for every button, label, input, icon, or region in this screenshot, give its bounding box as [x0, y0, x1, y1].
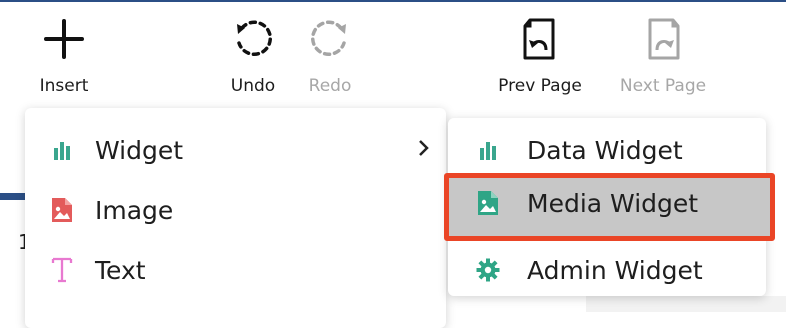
image-file-icon	[49, 198, 75, 222]
redo-label: Redo	[308, 76, 352, 96]
plus-icon	[44, 19, 84, 59]
next-page-label: Next Page	[619, 76, 707, 96]
submenu-item-label: Admin Widget	[527, 255, 703, 285]
prev-page-icon	[523, 18, 555, 60]
redo-button[interactable]: Redo	[298, 10, 362, 96]
submenu-item-data-widget[interactable]: Data Widget	[448, 120, 766, 180]
menu-item-label: Widget	[95, 135, 184, 165]
next-page-button[interactable]: Next Page	[611, 10, 715, 96]
bar-chart-icon	[475, 140, 501, 160]
menu-item-label: Text	[95, 255, 146, 285]
menu-item-image[interactable]: Image	[25, 180, 446, 240]
background-accent-bar	[0, 193, 26, 200]
insert-label: Insert	[39, 76, 89, 96]
submenu-item-media-widget[interactable]: Media Widget	[444, 173, 775, 241]
menu-item-widget[interactable]: Widget	[25, 120, 446, 180]
undo-button[interactable]: Undo	[220, 10, 286, 96]
undo-label: Undo	[230, 76, 276, 96]
gear-icon	[475, 258, 501, 282]
insert-menu: Widget Image Text	[25, 108, 446, 328]
submenu-item-admin-widget[interactable]: Admin Widget	[448, 240, 766, 300]
chevron-right-icon	[418, 139, 430, 161]
submenu-item-label: Media Widget	[527, 188, 699, 218]
next-page-icon	[648, 18, 680, 60]
prev-page-button[interactable]: Prev Page	[490, 10, 590, 96]
menu-item-label: Image	[95, 195, 174, 225]
insert-button[interactable]: Insert	[27, 10, 101, 96]
text-t-icon	[49, 257, 75, 283]
image-file-icon	[475, 191, 501, 215]
media-widget-row: Media Widget	[448, 173, 770, 233]
top-accent-line	[0, 0, 786, 2]
bar-chart-icon	[49, 140, 75, 160]
submenu-item-label: Data Widget	[527, 135, 683, 165]
prev-page-label: Prev Page	[498, 76, 582, 96]
redo-icon	[310, 20, 346, 56]
menu-item-text[interactable]: Text	[25, 240, 446, 300]
undo-icon	[237, 20, 273, 56]
